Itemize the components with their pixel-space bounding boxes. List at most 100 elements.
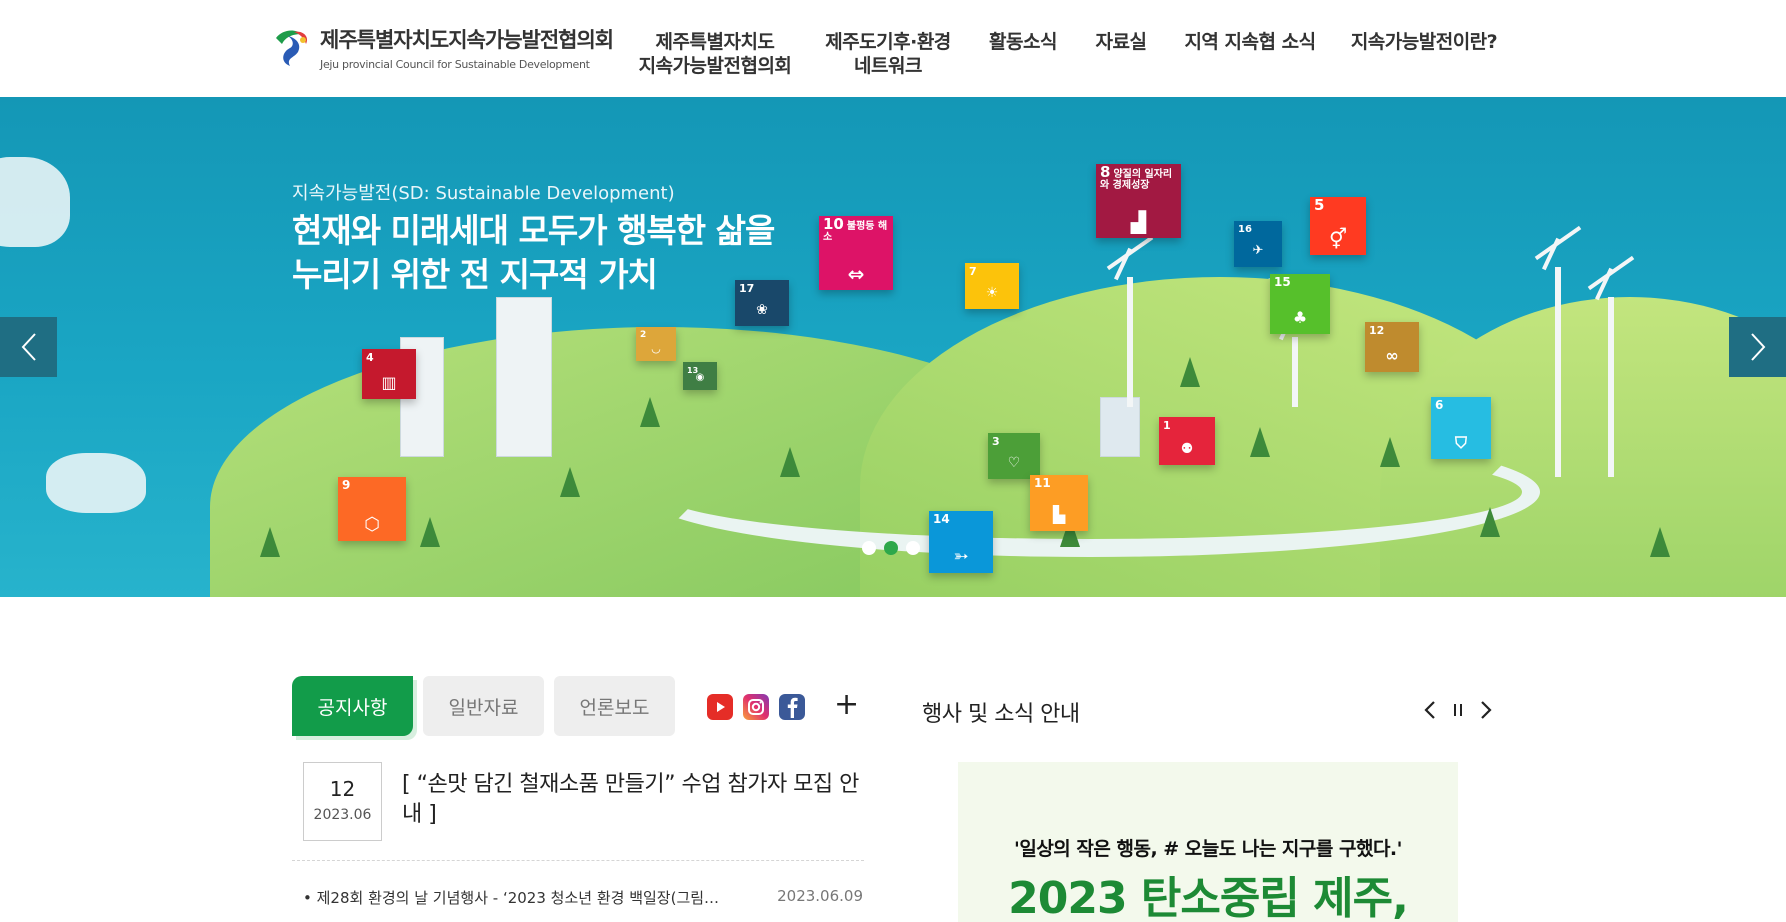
hero-title-line: 누리기 위한 전 지구적 가치 xyxy=(292,255,658,294)
sdg-number: 14 xyxy=(933,512,950,526)
hero-next-button[interactable] xyxy=(1729,317,1786,377)
water-icon: ⛉ xyxy=(1454,433,1467,452)
sdg-number: 4 xyxy=(366,351,374,364)
sun-icon: ☀ xyxy=(985,285,999,301)
nav-label: 자료실 xyxy=(1095,31,1147,53)
nav-label: 지역 지속협 소식 xyxy=(1184,31,1316,53)
nav-item-what-is-sd[interactable]: 지속가능발전이란? xyxy=(1344,0,1504,84)
slide-dot-3[interactable] xyxy=(906,541,920,555)
cloud-illustration xyxy=(46,453,146,513)
featured-date: 12 2023.06 xyxy=(303,762,382,841)
chevron-right-icon xyxy=(1750,333,1765,361)
sdg-tile-5: 5 ⚥ xyxy=(1310,197,1366,255)
sdg-tile-2: 2 ◡ xyxy=(636,327,676,361)
sdg-number: 16 xyxy=(1238,224,1252,235)
sdg-tile-14: 14 ➳ xyxy=(929,511,993,573)
wind-turbine-illustration xyxy=(1292,337,1298,407)
nav-item-archive[interactable]: 자료실 xyxy=(1088,0,1154,84)
events-pause-button[interactable] xyxy=(1446,696,1470,724)
tab-press[interactable]: 언론보도 xyxy=(554,676,675,736)
event-banner[interactable]: '일상의 작은 행동, # 오늘도 나는 지구를 구했다.' 2023 탄소중립… xyxy=(958,762,1458,922)
fish-icon: ➳ xyxy=(953,546,969,567)
nav-label: 지속가능발전협의회 xyxy=(638,55,792,77)
sdg-tile-3: 3 ♡ xyxy=(988,433,1040,479)
instagram-icon[interactable] xyxy=(743,694,769,720)
slide-dot-2[interactable] xyxy=(884,541,898,555)
tree-illustration xyxy=(420,517,440,547)
gender-icon: ⚥ xyxy=(1328,227,1348,251)
youtube-icon[interactable] xyxy=(707,694,733,720)
equality-icon: ⇔ xyxy=(847,262,865,286)
tree-illustration xyxy=(780,447,800,477)
tree-icon: ♣ xyxy=(1292,308,1308,327)
event-banner-quote: '일상의 작은 행동, # 오늘도 나는 지구를 구했다.' xyxy=(1014,838,1402,860)
sdg-tile-7: 7 ☀ xyxy=(965,263,1019,309)
sdg-number: 8 xyxy=(1100,163,1111,181)
nav-label: 제주도기후·환경 xyxy=(825,31,951,53)
nav-item-council[interactable]: 제주특별자치도 지속가능발전협의회 xyxy=(630,12,800,96)
sdg-number: 5 xyxy=(1314,196,1325,214)
list-item-date: 2023.06.09 xyxy=(777,887,863,905)
divider xyxy=(292,860,864,861)
event-banner-headline: 2023 탄소중립 제주, xyxy=(1008,873,1409,922)
council-logo-icon xyxy=(272,26,312,70)
tree-illustration xyxy=(260,527,280,557)
slide-dot-1[interactable] xyxy=(862,541,876,555)
hero-prev-button[interactable] xyxy=(0,317,57,377)
featured-day: 12 xyxy=(329,777,356,801)
sdg-tile-6: 6 ⛉ xyxy=(1431,397,1491,459)
events-section-title: 행사 및 소식 안내 xyxy=(922,702,1080,727)
facebook-icon[interactable] xyxy=(779,694,805,720)
book-icon: ▥ xyxy=(381,373,397,392)
tree-illustration xyxy=(1650,527,1670,557)
sdg-number: 6 xyxy=(1435,398,1444,412)
sdg-number: 15 xyxy=(1274,275,1291,289)
sdg-label: 양질의 일자리와 경제성장 xyxy=(1100,169,1173,191)
building-illustration xyxy=(1100,397,1140,457)
tree-illustration xyxy=(640,397,660,427)
sdg-number: 11 xyxy=(1034,476,1051,490)
tab-general-data[interactable]: 일반자료 xyxy=(423,676,544,736)
tab-notice[interactable]: 공지사항 xyxy=(292,676,413,736)
sdg-tile-13: 13 ◉ xyxy=(683,362,717,390)
family-icon: ⚉ xyxy=(1180,441,1194,457)
cubes-icon: ⬡ xyxy=(364,514,380,535)
nav-label: 활동소식 xyxy=(989,31,1057,53)
events-prev-button[interactable] xyxy=(1418,696,1442,724)
road-illustration xyxy=(640,427,1540,557)
site-logo[interactable]: 제주특별자치도지속가능발전협의회 Jeju provincial Council… xyxy=(272,24,614,71)
sdg-tile-15: 15 ♣ xyxy=(1270,274,1330,334)
eye-icon: ◉ xyxy=(695,372,705,383)
sdg-number: 12 xyxy=(1369,324,1385,337)
events-next-button[interactable] xyxy=(1474,696,1498,724)
more-button[interactable]: + xyxy=(834,690,859,720)
nav-item-activity-news[interactable]: 활동소식 xyxy=(978,0,1068,84)
list-item-title: • 제28회 환경의 날 기념행사 - ‘2023 청소년 환경 백일장(그림… xyxy=(303,889,720,907)
board-tabs: 공지사항 일반자료 언론보도 xyxy=(292,676,685,736)
dove-icon: ✈ xyxy=(1252,243,1264,258)
bowl-icon: ◡ xyxy=(651,342,661,355)
chart-up-icon: ▟ xyxy=(1130,210,1147,234)
sdg-number: 1 xyxy=(1163,419,1171,432)
tree-illustration xyxy=(1250,427,1270,457)
nav-label: 네트워크 xyxy=(854,55,922,77)
hero-subtitle: 지속가능발전(SD: Sustainable Development) xyxy=(292,183,675,204)
nav-label: 지속가능발전이란? xyxy=(1350,31,1498,53)
sdg-number: 3 xyxy=(992,435,1000,448)
chevron-left-icon xyxy=(21,333,36,361)
featured-notice-link[interactable]: [ “손맛 담긴 철재소품 만들기” 수업 참가자 모집 안내 ] xyxy=(402,770,872,830)
chevron-right-icon xyxy=(1481,701,1492,719)
cloud-illustration xyxy=(0,157,70,247)
sdg-number: 7 xyxy=(969,265,977,278)
nav-item-climate-network[interactable]: 제주도기후·환경 네트워크 xyxy=(818,12,958,96)
wind-turbine-illustration xyxy=(1608,297,1614,477)
sdg-tile-4: 4 ▥ xyxy=(362,349,416,399)
sdg-tile-9: 9 ⬡ xyxy=(338,477,406,541)
tree-illustration xyxy=(560,467,580,497)
sdg-tile-12: 12 ∞ xyxy=(1365,322,1419,372)
nav-item-regional-news[interactable]: 지역 지속협 소식 xyxy=(1176,0,1324,84)
list-item[interactable]: • 제28회 환경의 날 기념행사 - ‘2023 청소년 환경 백일장(그림…… xyxy=(303,887,863,908)
tree-illustration xyxy=(1180,357,1200,387)
logo-subtitle: Jeju provincial Council for Sustainable … xyxy=(320,58,590,71)
building-illustration xyxy=(496,297,552,457)
